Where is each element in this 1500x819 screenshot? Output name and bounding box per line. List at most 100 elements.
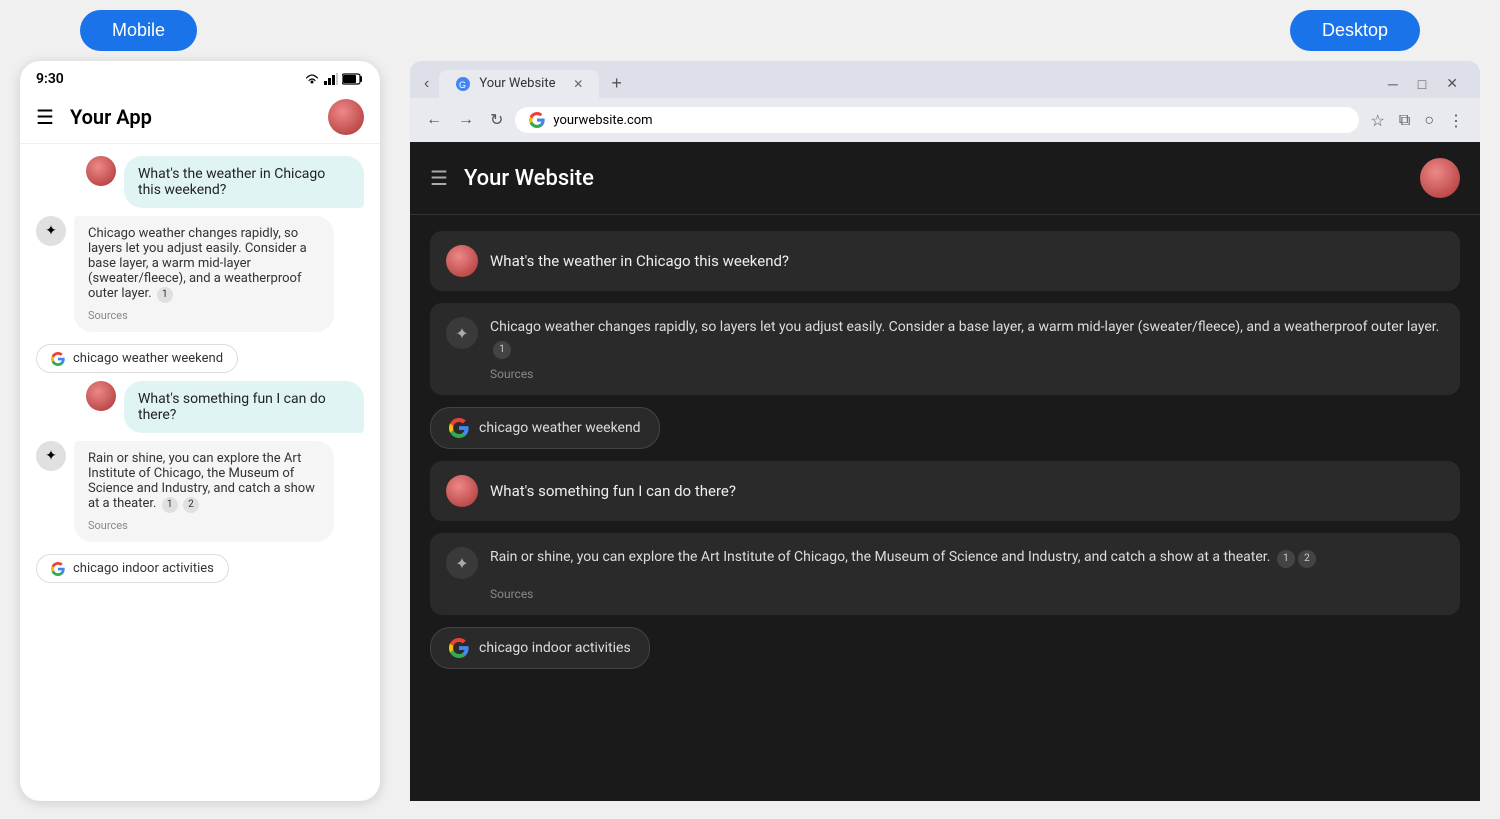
browser-address-bar: ← → ↻ yourwebsite.com ☆ ⧉ ○ ⋮ <box>410 98 1480 142</box>
desktop-ai-text-1: Chicago weather changes rapidly, so laye… <box>490 317 1444 359</box>
desktop-ai-header-2: ✦ Rain or shine, you can explore the Art… <box>446 547 1444 579</box>
desktop-user-message-2: What's something fun I can do there? <box>430 461 1460 521</box>
signal-icon <box>324 73 338 85</box>
mobile-panel: 9:30 <box>20 61 380 801</box>
address-bar[interactable]: yourwebsite.com <box>515 107 1358 133</box>
minimize-button[interactable]: ─ <box>1382 74 1404 94</box>
desktop-user-avatar-2 <box>446 475 478 507</box>
desktop-citation-2a: 1 <box>1277 550 1295 568</box>
desktop-panel: ‹ G Your Website ✕ + ─ □ ✕ <box>410 61 1480 801</box>
desktop-user-avatar-1 <box>446 245 478 277</box>
battery-icon <box>342 73 364 85</box>
site-hamburger-icon[interactable]: ☰ <box>430 166 448 190</box>
desktop-ai-header-1: ✦ Chicago weather changes rapidly, so la… <box>446 317 1444 359</box>
mobile-status-icons <box>304 73 364 85</box>
mobile-search-text-1: chicago weather weekend <box>73 351 223 366</box>
tab-favicon: G <box>455 76 471 92</box>
browser-forward-button[interactable]: → <box>454 107 478 133</box>
mobile-ai-message-2: ✦ Rain or shine, you can explore the Art… <box>36 441 364 542</box>
site-user-avatar[interactable] <box>1420 158 1460 198</box>
desktop-search-pill-2[interactable]: chicago indoor activities <box>430 627 650 669</box>
browser-tab-active[interactable]: G Your Website ✕ <box>439 70 599 98</box>
browser-back-button[interactable]: ← <box>422 107 446 133</box>
desktop-citation-2b: 2 <box>1298 550 1316 568</box>
mobile-ai-avatar-2: ✦ <box>36 441 66 471</box>
user-avatar-sm-2 <box>86 381 116 411</box>
mobile-sources-1: Sources <box>88 309 320 322</box>
browser-toolbar-icons: ☆ ⧉ ○ ⋮ <box>1367 106 1468 134</box>
hamburger-icon[interactable]: ☰ <box>36 105 54 129</box>
user-avatar-sm <box>86 156 116 186</box>
google-logo-desktop-1 <box>449 418 469 438</box>
new-tab-button[interactable]: + <box>603 69 630 98</box>
window-controls: ─ □ ✕ <box>1382 73 1472 94</box>
extensions-icon[interactable]: ⧉ <box>1395 106 1414 134</box>
desktop-ai-message-2: ✦ Rain or shine, you can explore the Art… <box>430 533 1460 615</box>
tab-close-button[interactable]: ✕ <box>573 77 583 91</box>
profile-icon[interactable]: ○ <box>1420 106 1438 134</box>
mobile-chat: What's the weather in Chicago this weeke… <box>20 144 380 801</box>
desktop-ai-message-1: ✦ Chicago weather changes rapidly, so la… <box>430 303 1460 395</box>
mobile-user-message-2: What's something fun I can do there? <box>36 381 364 433</box>
mobile-search-pill-1[interactable]: chicago weather weekend <box>36 344 238 373</box>
tab-title: Your Website <box>479 76 555 91</box>
desktop-toggle-button[interactable]: Desktop <box>1290 10 1420 51</box>
desktop-ai-text-2: Rain or shine, you can explore the Art I… <box>490 547 1316 568</box>
mobile-user-bubble-2: What's something fun I can do there? <box>124 381 364 433</box>
wifi-icon <box>304 73 320 85</box>
url-text: yourwebsite.com <box>553 113 652 128</box>
desktop-citation-1: 1 <box>493 341 511 359</box>
google-logo-2 <box>51 562 65 576</box>
mobile-ai-bubble-2: Rain or shine, you can explore the Art I… <box>74 441 334 542</box>
desktop-search-pill-1[interactable]: chicago weather weekend <box>430 407 660 449</box>
mobile-user-message-1: What's the weather in Chicago this weeke… <box>36 156 364 208</box>
browser-tab-bar: ‹ G Your Website ✕ + ─ □ ✕ <box>410 61 1480 98</box>
desktop-ai-avatar-2: ✦ <box>446 547 478 579</box>
google-logo-1 <box>51 352 65 366</box>
mobile-ai-bubble-1: Chicago weather changes rapidly, so laye… <box>74 216 334 332</box>
toggle-bar: Mobile Desktop <box>0 0 1500 61</box>
google-logo-address <box>529 112 545 128</box>
desktop-user-message-1: What's the weather in Chicago this weeke… <box>430 231 1460 291</box>
mobile-user-avatar[interactable] <box>328 99 364 135</box>
svg-text:G: G <box>459 80 466 90</box>
mobile-status-bar: 9:30 <box>20 61 380 91</box>
maximize-button[interactable]: □ <box>1412 74 1432 94</box>
mobile-ai-message-1: ✦ Chicago weather changes rapidly, so la… <box>36 216 364 332</box>
mobile-ai-avatar-1: ✦ <box>36 216 66 246</box>
desktop-sources-2: Sources <box>490 587 1444 601</box>
google-logo-desktop-2 <box>449 638 469 658</box>
chrome-menu-icon[interactable]: ⋮ <box>1444 107 1468 134</box>
mobile-user-bubble-1: What's the weather in Chicago this weeke… <box>124 156 364 208</box>
desktop-search-text-1: chicago weather weekend <box>479 420 641 436</box>
bookmark-icon[interactable]: ☆ <box>1367 107 1389 134</box>
mobile-sources-2: Sources <box>88 519 320 532</box>
desktop-search-text-2: chicago indoor activities <box>479 640 631 656</box>
browser-refresh-button[interactable]: ↻ <box>486 106 507 134</box>
mobile-user-text-2: What's something fun I can do there? <box>138 391 326 423</box>
site-title: Your Website <box>464 166 594 191</box>
citation-1: 1 <box>157 287 173 303</box>
browser-content: ☰ Your Website What's the weather in Chi… <box>410 142 1480 801</box>
mobile-time: 9:30 <box>36 71 64 87</box>
close-button[interactable]: ✕ <box>1440 73 1464 94</box>
mobile-search-pill-2[interactable]: chicago indoor activities <box>36 554 229 583</box>
desktop-ai-avatar-1: ✦ <box>446 317 478 349</box>
main-layout: 9:30 <box>0 61 1500 819</box>
mobile-user-text-1: What's the weather in Chicago this weeke… <box>138 166 325 198</box>
mobile-ai-text-1: Chicago weather changes rapidly, so laye… <box>88 226 307 301</box>
desktop-sources-1: Sources <box>490 367 1444 381</box>
browser-chrome: ‹ G Your Website ✕ + ─ □ ✕ <box>410 61 1480 142</box>
mobile-ai-text-2: Rain or shine, you can explore the Art I… <box>88 451 315 511</box>
desktop-user-text-2: What's something fun I can do there? <box>490 482 736 500</box>
citation-2a: 1 <box>162 497 178 513</box>
mobile-header: ☰ Your App <box>20 91 380 144</box>
mobile-app-title: Your App <box>70 105 328 129</box>
tab-back-arrow[interactable]: ‹ <box>418 71 435 97</box>
mobile-search-text-2: chicago indoor activities <box>73 561 214 576</box>
site-header: ☰ Your Website <box>410 142 1480 215</box>
mobile-toggle-button[interactable]: Mobile <box>80 10 197 51</box>
desktop-user-text-1: What's the weather in Chicago this weeke… <box>490 252 789 270</box>
citation-2b: 2 <box>183 497 199 513</box>
desktop-chat: What's the weather in Chicago this weeke… <box>410 215 1480 685</box>
